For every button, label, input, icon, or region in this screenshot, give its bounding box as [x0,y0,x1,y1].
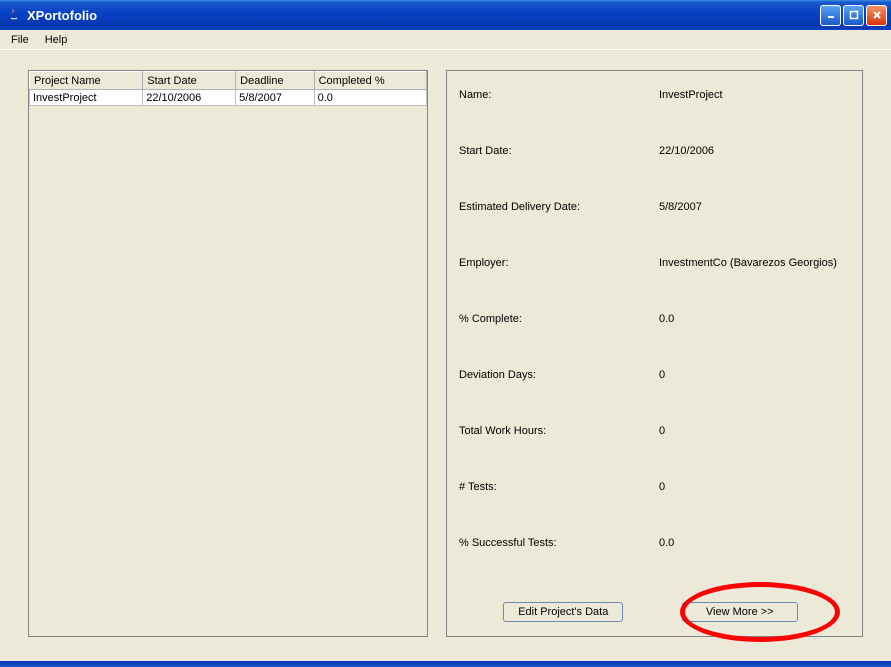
col-start-date[interactable]: Start Date [143,72,236,90]
project-table[interactable]: Project Name Start Date Deadline Complet… [29,71,427,106]
table-row[interactable]: InvestProject 22/10/2006 5/8/2007 0.0 [30,90,427,106]
label-num-tests: # Tests: [459,481,659,493]
col-project-name[interactable]: Project Name [30,72,143,90]
window-controls [820,5,887,26]
minimize-button[interactable] [820,5,841,26]
cell-start-date: 22/10/2006 [143,90,236,106]
menu-help[interactable]: Help [38,32,75,48]
details-grid: Name: InvestProject Start Date: 22/10/20… [459,89,842,596]
col-completed-pct[interactable]: Completed % [314,72,426,90]
button-row: Edit Project's Data View More >> [459,602,842,622]
project-details-panel: Name: InvestProject Start Date: 22/10/20… [446,70,863,637]
value-name: InvestProject [659,89,842,101]
cell-deadline: 5/8/2007 [236,90,314,106]
value-est-delivery: 5/8/2007 [659,201,842,213]
label-deviation-days: Deviation Days: [459,369,659,381]
value-total-work-hours: 0 [659,425,842,437]
edit-project-button[interactable]: Edit Project's Data [503,602,623,622]
label-start-date: Start Date: [459,145,659,157]
cell-completed-pct: 0.0 [314,90,426,106]
cell-project-name: InvestProject [30,90,143,106]
close-button[interactable] [866,5,887,26]
label-total-work-hours: Total Work Hours: [459,425,659,437]
value-deviation-days: 0 [659,369,842,381]
value-num-tests: 0 [659,481,842,493]
value-pct-complete: 0.0 [659,313,842,325]
value-start-date: 22/10/2006 [659,145,842,157]
project-list-panel: Project Name Start Date Deadline Complet… [28,70,428,637]
col-deadline[interactable]: Deadline [236,72,314,90]
java-icon [6,7,22,23]
window-bottom-border [0,661,891,667]
label-pct-complete: % Complete: [459,313,659,325]
label-name: Name: [459,89,659,101]
value-employer: InvestmentCo (Bavarezos Georgios) [659,257,842,269]
menubar: File Help [0,30,891,50]
value-pct-successful-tests: 0.0 [659,537,842,549]
view-more-button[interactable]: View More >> [682,602,798,622]
maximize-button[interactable] [843,5,864,26]
menu-file[interactable]: File [4,32,36,48]
label-pct-successful-tests: % Successful Tests: [459,537,659,549]
content-area: Project Name Start Date Deadline Complet… [0,50,891,667]
label-employer: Employer: [459,257,659,269]
window-titlebar: XPortofolio [0,0,891,30]
label-est-delivery: Estimated Delivery Date: [459,201,659,213]
window-title: XPortofolio [27,8,820,23]
